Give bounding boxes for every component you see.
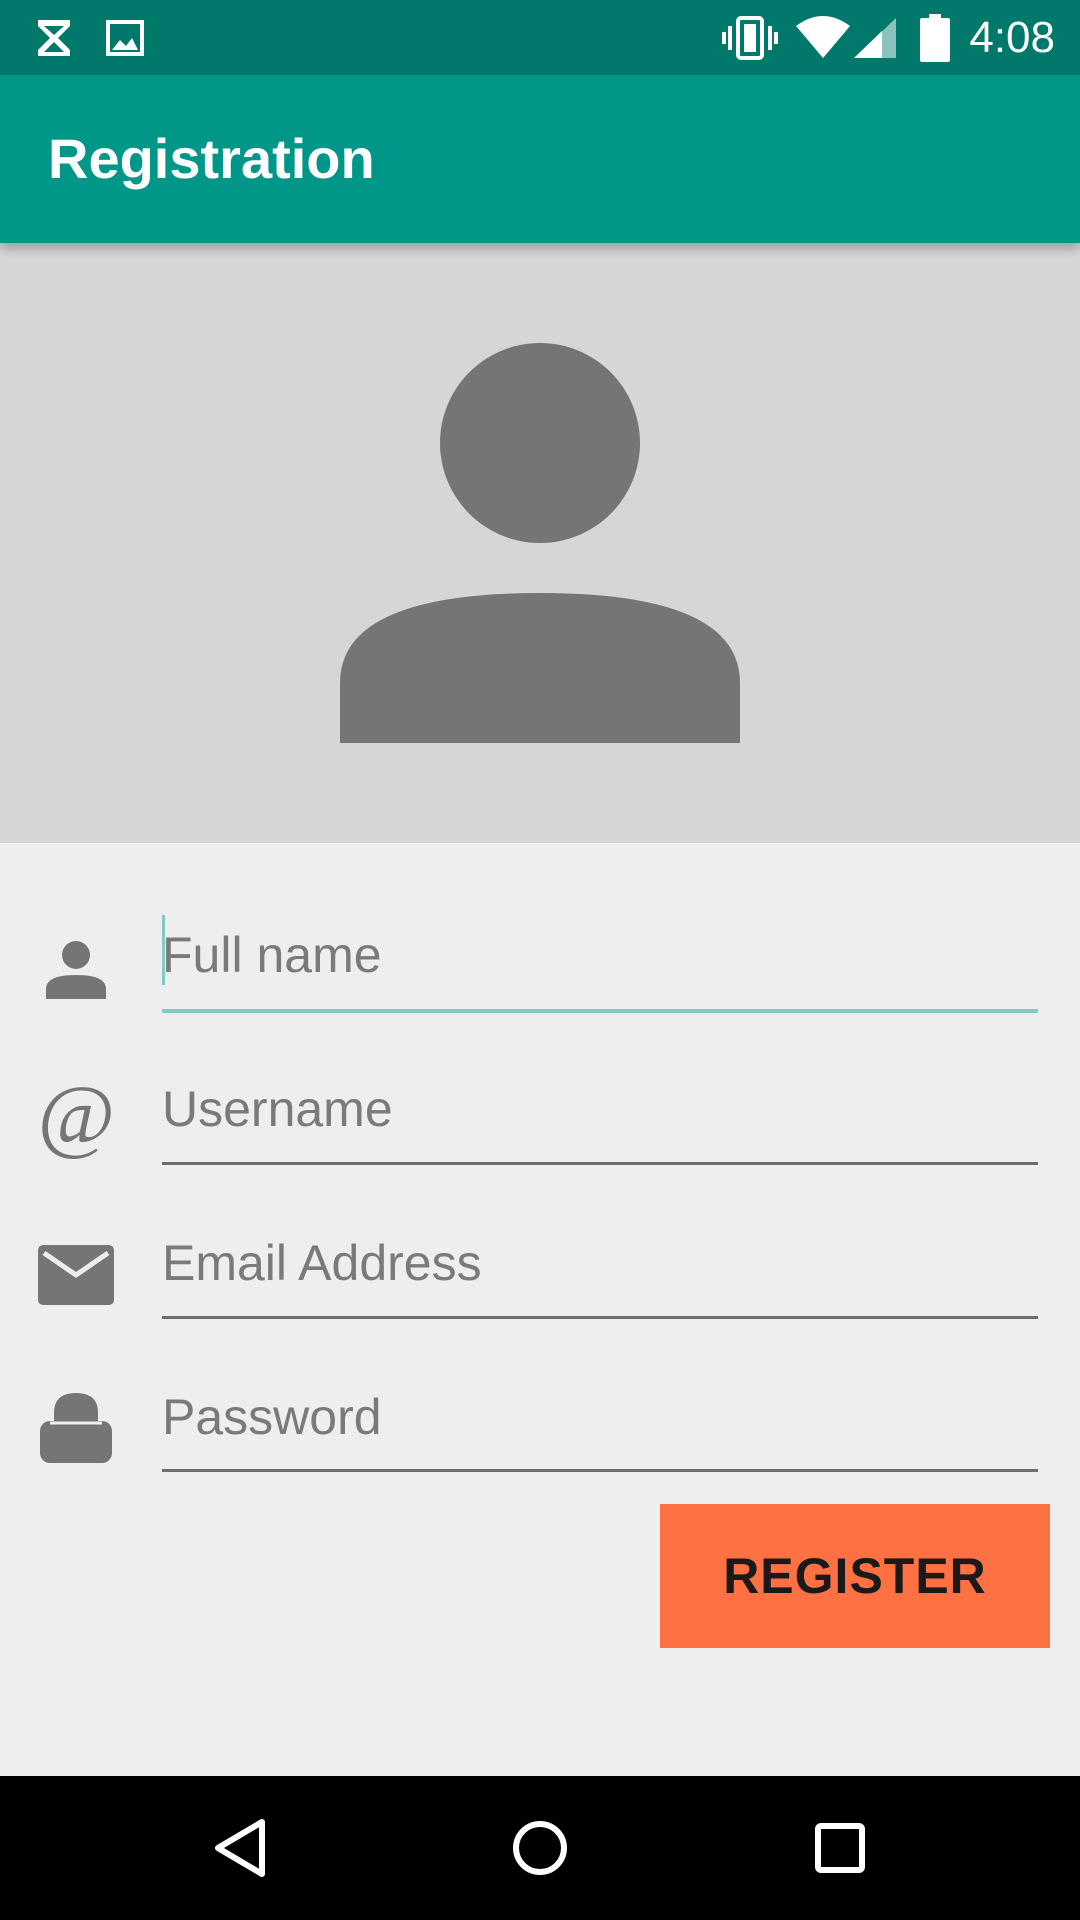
back-icon[interactable] bbox=[190, 1798, 290, 1898]
full-name-row bbox=[0, 893, 1080, 1043]
cell-signal-icon bbox=[852, 0, 898, 75]
mail-icon bbox=[38, 1245, 114, 1305]
app-bar: Registration bbox=[0, 75, 1080, 243]
navigation-bar bbox=[0, 1776, 1080, 1920]
full-name-input[interactable] bbox=[162, 915, 1038, 995]
vibrate-icon bbox=[722, 0, 778, 75]
username-underline bbox=[162, 1162, 1038, 1165]
at-icon: @ bbox=[37, 1077, 114, 1161]
profile-photo-area[interactable] bbox=[0, 243, 1080, 843]
email-row bbox=[0, 1201, 1080, 1351]
status-time: 4:08 bbox=[969, 13, 1055, 62]
email-input[interactable] bbox=[162, 1223, 1038, 1303]
home-icon[interactable] bbox=[490, 1798, 590, 1898]
image-icon bbox=[106, 0, 144, 75]
password-underline bbox=[162, 1469, 1038, 1472]
wifi-icon bbox=[796, 0, 850, 75]
page-title: Registration bbox=[48, 127, 375, 190]
svg-text:@: @ bbox=[37, 1077, 114, 1161]
person-icon bbox=[46, 941, 106, 999]
hourglass-icon bbox=[36, 0, 72, 75]
avatar-placeholder-icon bbox=[340, 343, 740, 743]
full-name-underline bbox=[162, 1009, 1038, 1013]
battery-icon bbox=[920, 0, 950, 75]
lock-icon bbox=[40, 1393, 112, 1463]
status-bar: 4:08 bbox=[0, 0, 1080, 75]
username-row: @ bbox=[0, 1047, 1080, 1197]
email-underline bbox=[162, 1316, 1038, 1319]
text-cursor bbox=[162, 915, 165, 985]
username-input[interactable] bbox=[162, 1069, 1038, 1149]
password-row bbox=[0, 1355, 1080, 1505]
password-input[interactable] bbox=[162, 1377, 1038, 1457]
register-button[interactable]: REGISTER bbox=[660, 1504, 1050, 1648]
recents-icon[interactable] bbox=[790, 1798, 890, 1898]
